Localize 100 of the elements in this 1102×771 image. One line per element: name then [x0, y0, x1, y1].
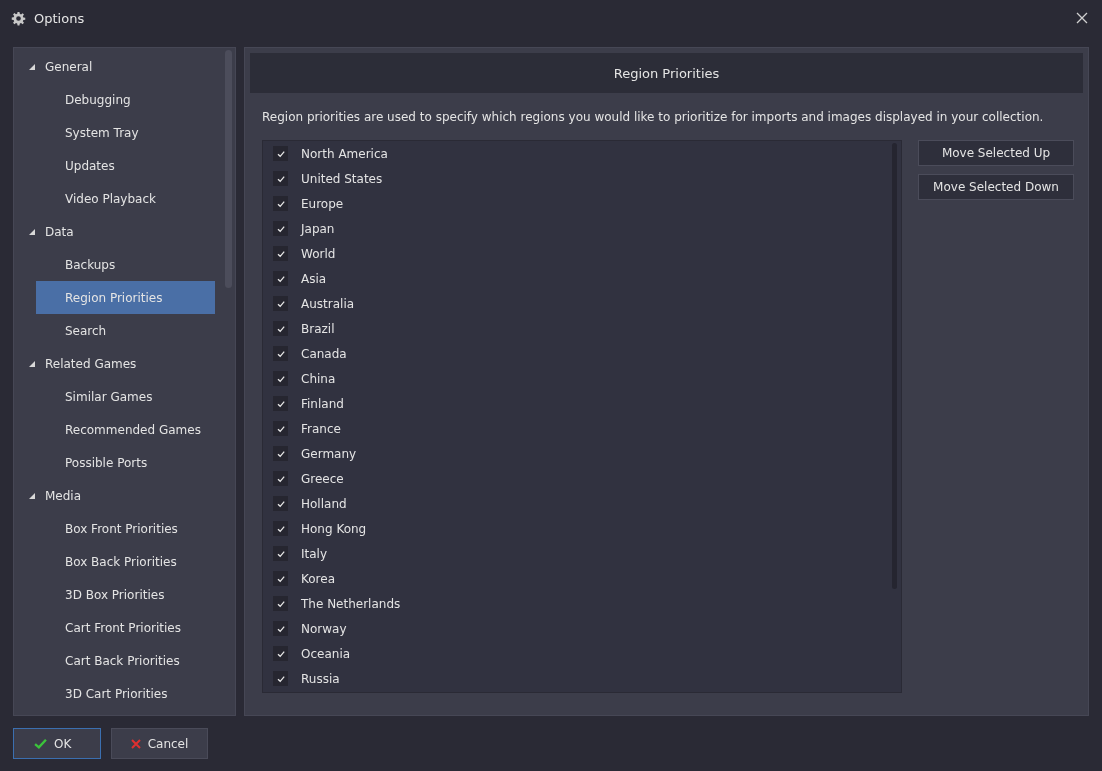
region-label: Hong Kong — [301, 521, 367, 536]
checkbox[interactable] — [273, 396, 288, 411]
checkbox[interactable] — [273, 296, 288, 311]
checkbox[interactable] — [273, 346, 288, 361]
region-label: North America — [301, 146, 388, 161]
region-label: France — [301, 421, 341, 436]
tree-item[interactable]: System Tray — [36, 116, 215, 149]
checkmark-icon — [275, 623, 286, 634]
checkbox[interactable] — [273, 521, 288, 536]
checkmark-icon — [275, 548, 286, 559]
region-label: Russia — [301, 671, 340, 686]
checkbox[interactable] — [273, 146, 288, 161]
tree-item[interactable]: Debugging — [36, 83, 215, 116]
region-label: Asia — [301, 271, 327, 286]
tree-item[interactable]: Updates — [36, 149, 215, 182]
checkmark-icon — [275, 248, 286, 259]
checkbox[interactable] — [273, 246, 288, 261]
region-label: Europe — [301, 196, 344, 211]
checkbox[interactable] — [273, 221, 288, 236]
checkmark-icon — [275, 373, 286, 384]
checkbox[interactable] — [273, 596, 288, 611]
x-icon — [130, 738, 141, 749]
checkmark-icon — [275, 423, 286, 434]
gear-icon — [11, 10, 26, 26]
tree-item[interactable]: Similar Games — [36, 380, 215, 413]
checkbox[interactable] — [273, 171, 288, 186]
tree-item[interactable]: General — [14, 50, 224, 83]
checkbox[interactable] — [273, 446, 288, 461]
checkbox[interactable] — [273, 471, 288, 486]
region-label: The Netherlands — [301, 596, 401, 611]
expand-triangle-icon[interactable] — [29, 360, 35, 367]
checkbox[interactable] — [273, 421, 288, 436]
description-text: Region priorities are used to specify which regions you would like to prioritize for imports and images displayed in your collection. — [262, 110, 1045, 124]
region-label: Italy — [301, 546, 328, 561]
checkmark-icon — [275, 148, 286, 159]
dialog-button[interactable]: Cancel — [111, 728, 208, 759]
checkmark-icon — [34, 738, 47, 749]
checkbox[interactable] — [273, 546, 288, 561]
checkmark-icon — [275, 323, 286, 334]
region-label: United States — [301, 171, 383, 186]
checkmark-icon — [275, 648, 286, 659]
tree-item[interactable]: 3D Cart Priorities — [36, 677, 215, 710]
window-title: Options — [34, 10, 86, 26]
region-label: Brazil — [301, 321, 335, 336]
tree-item[interactable]: Backups — [36, 248, 215, 281]
checkmark-icon — [275, 223, 286, 234]
checkbox[interactable] — [273, 621, 288, 636]
tree-item[interactable]: Cart Front Priorities — [36, 611, 215, 644]
checkbox[interactable] — [273, 496, 288, 511]
move-button[interactable]: Move Selected Up — [918, 140, 1074, 166]
expand-triangle-icon[interactable] — [29, 63, 35, 70]
checkbox[interactable] — [273, 196, 288, 211]
checkbox[interactable] — [273, 571, 288, 586]
checkbox[interactable] — [273, 671, 288, 686]
region-label: Norway — [301, 621, 347, 636]
checkmark-icon — [275, 498, 286, 509]
tree-item[interactable]: Related Games — [14, 347, 224, 380]
tree-item[interactable]: Recommended Games — [36, 413, 215, 446]
checkmark-icon — [275, 573, 286, 584]
checkmark-icon — [275, 273, 286, 284]
checkbox[interactable] — [273, 271, 288, 286]
dialog-button[interactable]: OK — [13, 728, 101, 759]
region-label: Finland — [301, 396, 344, 411]
region-label: Canada — [301, 346, 347, 361]
move-button[interactable]: Move Selected Down — [918, 174, 1074, 200]
expand-triangle-icon[interactable] — [29, 492, 35, 499]
checkmark-icon — [275, 523, 286, 534]
checkmark-icon — [275, 598, 286, 609]
panel-title: Region Priorities — [250, 53, 1083, 93]
region-label: Holland — [301, 496, 347, 511]
region-label: Oceania — [301, 646, 351, 661]
tree-item[interactable]: Box Back Priorities — [36, 545, 215, 578]
checkbox[interactable] — [273, 371, 288, 386]
region-label: World — [301, 246, 336, 261]
checkmark-icon — [275, 173, 286, 184]
checkbox[interactable] — [273, 321, 288, 336]
region-label: Korea — [301, 571, 336, 586]
tree-item[interactable]: Video Playback — [36, 182, 215, 215]
region-label: Japan — [301, 221, 335, 236]
checkbox[interactable] — [273, 646, 288, 661]
tree-item[interactable]: 3D Box Priorities — [36, 578, 215, 611]
tree-item[interactable]: Media — [14, 479, 224, 512]
tree-item[interactable]: Data — [14, 215, 224, 248]
tree-item[interactable]: Possible Ports — [36, 446, 215, 479]
checkmark-icon — [275, 473, 286, 484]
region-label: Australia — [301, 296, 355, 311]
checkmark-icon — [275, 198, 286, 209]
region-label: China — [301, 371, 336, 386]
tree-item[interactable]: Search — [36, 314, 215, 347]
tree-item[interactable]: Box Front Priorities — [36, 512, 215, 545]
tree-item[interactable]: Region Priorities — [36, 281, 215, 314]
checkmark-icon — [275, 673, 286, 684]
close-icon[interactable] — [1076, 12, 1088, 24]
checkmark-icon — [275, 298, 286, 309]
checkmark-icon — [275, 348, 286, 359]
tree-item[interactable]: Cart Back Priorities — [36, 644, 215, 677]
region-label: Greece — [301, 471, 344, 486]
region-label: Germany — [301, 446, 357, 461]
checkmark-icon — [275, 448, 286, 459]
expand-triangle-icon[interactable] — [29, 228, 35, 235]
